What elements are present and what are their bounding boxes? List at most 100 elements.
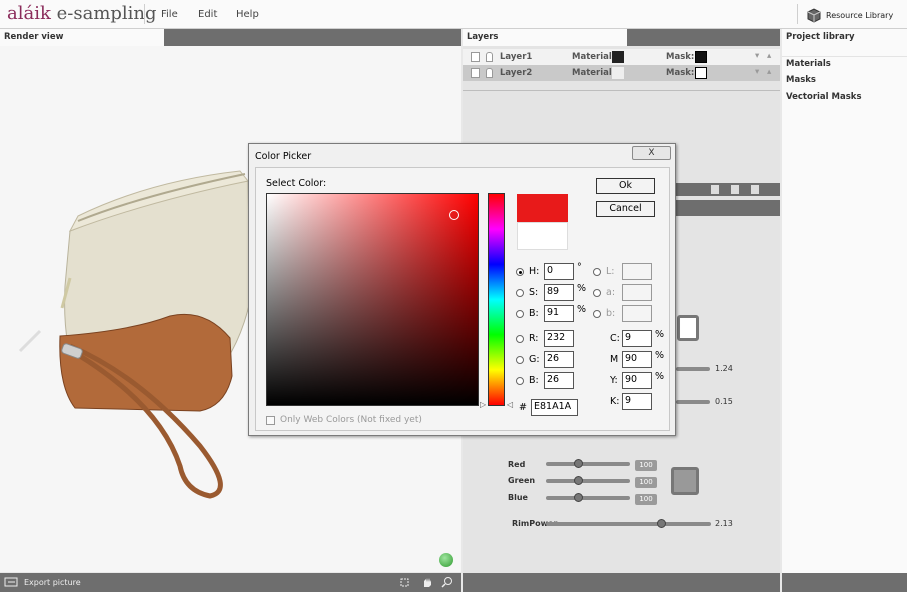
menu-file[interactable]: File (161, 9, 178, 20)
yellow-field[interactable]: 90 (622, 372, 652, 389)
rimpower-slider-knob[interactable] (657, 519, 666, 528)
hue-slider[interactable] (488, 193, 505, 406)
old-color-preview (517, 222, 568, 250)
library-item-masks[interactable]: Masks (786, 75, 816, 85)
red-field[interactable]: 232 (544, 330, 574, 347)
resource-library-button[interactable]: Resource Library (806, 5, 893, 25)
y-label: Y: (610, 375, 618, 386)
green-slider-knob[interactable] (574, 476, 583, 485)
cancel-button[interactable]: Cancel (596, 201, 655, 217)
green-radio[interactable] (516, 356, 524, 364)
saturation-field[interactable]: 89 (544, 284, 574, 301)
render-view-tab[interactable]: Render view (0, 29, 164, 46)
mask-swatch[interactable] (695, 67, 707, 79)
hex-label: # (519, 402, 527, 413)
black-field[interactable]: 9 (622, 393, 652, 410)
color-selector-circle[interactable] (449, 210, 459, 220)
saturation-brightness-field[interactable] (266, 193, 479, 406)
cyan-field[interactable]: 9 (622, 330, 652, 347)
a-field[interactable] (622, 284, 652, 301)
l-radio[interactable] (593, 268, 601, 276)
chevron-down-icon[interactable]: ▾ (755, 67, 759, 77)
menu-help[interactable]: Help (236, 9, 259, 20)
m-label: M (610, 354, 619, 365)
rgb-color-preview[interactable] (671, 467, 699, 495)
red-slider-knob[interactable] (574, 459, 583, 468)
visibility-icon[interactable] (471, 68, 480, 78)
layer-row[interactable]: Layer2 Material: Mask: ▾ ▴ (463, 65, 780, 81)
blue-slider[interactable] (546, 496, 630, 500)
hue-arrow-left-icon[interactable]: ▷ (480, 400, 486, 409)
slider-track[interactable] (676, 367, 710, 371)
divider (463, 90, 780, 91)
hue-field[interactable]: 0 (544, 263, 574, 280)
layer-name: Layer2 (500, 68, 533, 78)
render-footer: Export picture (0, 573, 461, 592)
lock-icon[interactable] (486, 68, 493, 78)
ok-button[interactable]: Ok (596, 178, 655, 194)
duplicate-layer-icon[interactable] (731, 185, 739, 194)
mask-swatch[interactable] (695, 51, 707, 63)
menu-edit[interactable]: Edit (198, 9, 217, 20)
h-label: H: (529, 266, 540, 277)
hue-arrow-right-icon[interactable]: ◁ (507, 400, 513, 409)
red-value[interactable]: 100 (635, 460, 657, 471)
hue-radio[interactable] (516, 268, 524, 276)
close-button[interactable]: X (632, 146, 671, 160)
visibility-icon[interactable] (471, 52, 480, 62)
pan-hand-icon[interactable] (421, 576, 433, 588)
slider-track[interactable] (676, 400, 710, 404)
zoom-icon[interactable] (441, 576, 453, 588)
green-value[interactable]: 100 (635, 477, 657, 488)
l-field[interactable] (622, 263, 652, 280)
rimpower-slider[interactable] (546, 522, 711, 526)
blue-radio[interactable] (516, 377, 524, 385)
a-radio[interactable] (593, 289, 601, 297)
blue-field[interactable]: 26 (544, 372, 574, 389)
lock-icon[interactable] (486, 52, 493, 62)
web-colors-checkbox[interactable] (266, 416, 275, 425)
mask-label: Mask: (666, 68, 695, 78)
green-field[interactable]: 26 (544, 351, 574, 368)
b-unit: % (577, 304, 587, 315)
layer-name: Layer1 (500, 52, 533, 62)
blue-value[interactable]: 100 (635, 494, 657, 505)
slider-value: 1.24 (715, 364, 733, 373)
blue-slider-knob[interactable] (574, 493, 583, 502)
hex-field[interactable]: E81A1A (531, 399, 578, 416)
material-swatch[interactable] (612, 67, 624, 79)
trash-icon[interactable] (751, 185, 759, 194)
red-slider[interactable] (546, 462, 630, 466)
brightness-radio[interactable] (516, 310, 524, 318)
red-radio[interactable] (516, 335, 524, 343)
magenta-field[interactable]: 90 (622, 351, 652, 368)
chevron-down-icon[interactable]: ▾ (755, 51, 759, 61)
brightness-field[interactable]: 91 (544, 305, 574, 322)
color-swatch-preview[interactable] (677, 315, 699, 341)
saturation-radio[interactable] (516, 289, 524, 297)
chevron-up-icon[interactable]: ▴ (767, 51, 771, 61)
rimpower-value: 2.13 (715, 519, 733, 528)
material-swatch[interactable] (612, 51, 624, 63)
library-item-materials[interactable]: Materials (786, 59, 831, 69)
layers-tab[interactable]: Layers (463, 29, 627, 46)
b-label: B: (529, 308, 539, 319)
library-item-vectorial-masks[interactable]: Vectorial Masks (786, 92, 862, 102)
app-logo: aláik e-sampling (7, 3, 157, 24)
export-picture-button[interactable]: Export picture (4, 577, 81, 587)
lab-b-field[interactable] (622, 305, 652, 322)
project-library-panel (782, 46, 907, 592)
layer-row[interactable]: Layer1 Material: Mask: ▾ ▴ (463, 49, 780, 65)
divider (782, 56, 907, 57)
material-label: Material: (572, 68, 616, 78)
red-label: Red (508, 460, 526, 469)
lab-b-radio[interactable] (593, 310, 601, 318)
k-label: K: (610, 396, 620, 407)
dialog-body: Select Color: ▷ ◁ Ok Cancel H: 0 ° S: 89… (255, 167, 670, 431)
project-library-tab[interactable]: Project library (782, 29, 907, 46)
project-library-header: Project library (782, 29, 907, 46)
new-layer-icon[interactable] (711, 185, 719, 194)
fit-view-icon[interactable] (399, 577, 410, 588)
green-slider[interactable] (546, 479, 630, 483)
chevron-up-icon[interactable]: ▴ (767, 67, 771, 77)
